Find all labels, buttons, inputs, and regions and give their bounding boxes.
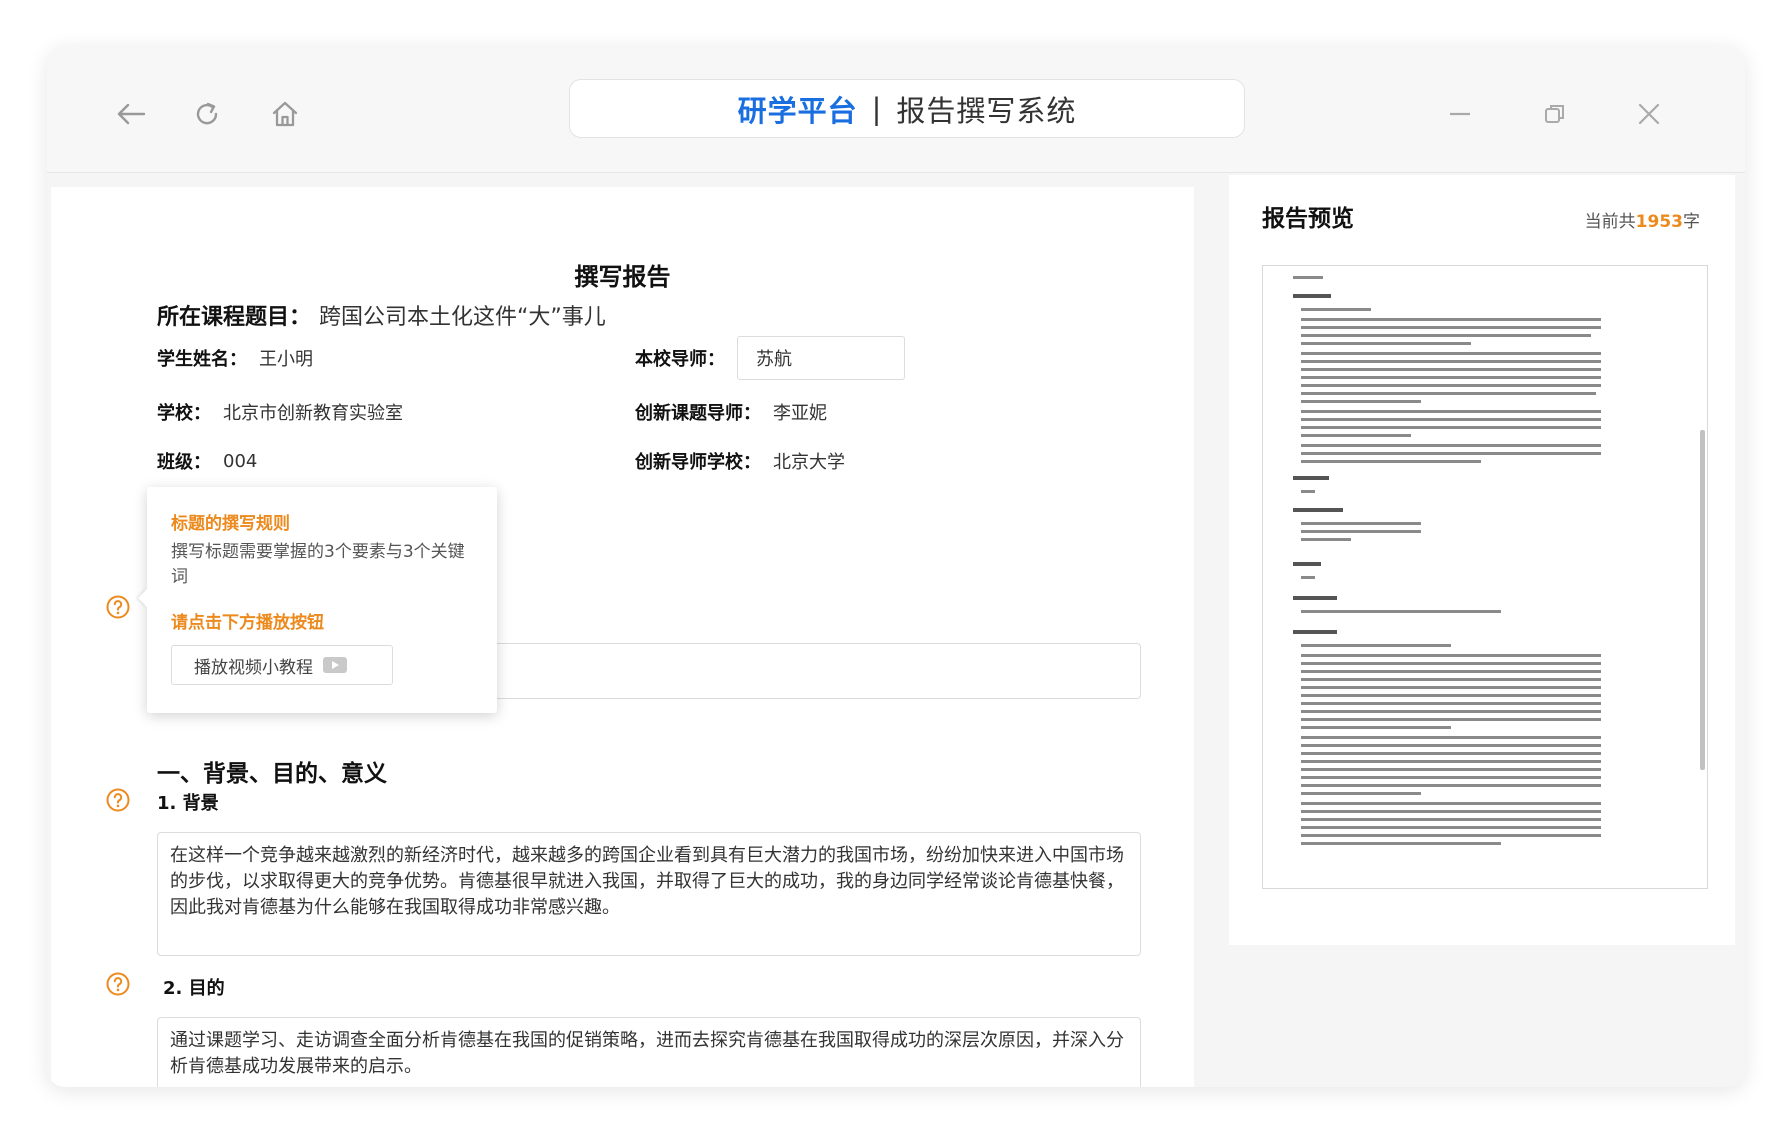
class-field: 班级： 004 — [157, 446, 257, 476]
back-arrow-icon[interactable] — [111, 94, 151, 134]
innovation-school-label: 创新导师学校： — [635, 452, 761, 473]
teacher-input[interactable]: 苏航 — [737, 336, 905, 380]
restore-icon[interactable] — [1537, 96, 1573, 132]
course-label: 所在课程题目： — [157, 305, 312, 330]
brand-name: 研学平台 — [737, 93, 858, 128]
student-name-field: 学生姓名： 王小明 — [157, 343, 313, 373]
preview-document[interactable] — [1262, 265, 1708, 889]
student-label: 学生姓名： — [157, 349, 247, 370]
play-tutorial-label: 播放视频小教程 — [194, 657, 313, 678]
refresh-icon[interactable] — [187, 94, 227, 134]
help-circle-icon[interactable] — [105, 971, 131, 997]
word-count-suffix: 字 — [1683, 212, 1700, 232]
innovation-teacher-value: 李亚妮 — [773, 403, 827, 424]
play-tutorial-button[interactable]: 播放视频小教程 — [171, 645, 393, 685]
innovation-teacher-field: 创新课题导师： 李亚妮 — [635, 397, 827, 427]
word-count-prefix: 当前共 — [1584, 212, 1636, 232]
class-label: 班级： — [157, 452, 211, 473]
school-value: 北京市创新教育实验室 — [223, 403, 403, 424]
preview-title: 报告预览 — [1262, 206, 1354, 232]
section-heading: 一、背景、目的、意义 — [157, 761, 387, 787]
titlebar: 研学平台 | 报告撰写系统 — [47, 46, 1745, 173]
purpose-heading: 2. 目的 — [163, 978, 225, 999]
class-value: 004 — [223, 450, 258, 472]
help-circle-icon[interactable] — [105, 594, 131, 620]
background-textarea[interactable]: 在这样一个竞争越来越激烈的新经济时代，越来越多的跨国企业看到具有巨大潜力的我国市… — [157, 832, 1141, 956]
school-teacher-field: 本校导师： 苏航 — [635, 336, 905, 380]
close-icon[interactable] — [1631, 96, 1667, 132]
student-value: 王小明 — [259, 349, 313, 370]
report-form-panel: 撰写报告 所在课程题目： 跨国公司本土化这件“大”事儿 学生姓名： 王小明 本校导… — [51, 187, 1194, 1087]
report-preview-panel: 报告预览 当前共1953字 — [1229, 175, 1735, 945]
preview-scrollbar[interactable] — [1700, 270, 1705, 884]
title-rules-popover: 标题的撰写规则 撰写标题需要掌握的3个要素与3个关键词 请点击下方播放按钮 播放… — [147, 487, 497, 713]
title-bar-label: 研学平台 | 报告撰写系统 — [569, 79, 1245, 138]
popover-text: 撰写标题需要掌握的3个要素与3个关键词 — [171, 542, 465, 587]
teacher-label: 本校导师： — [635, 349, 725, 370]
background-heading: 1. 背景 — [157, 793, 219, 814]
help-circle-icon[interactable] — [105, 787, 131, 813]
video-play-icon — [323, 657, 347, 673]
course-value: 跨国公司本土化这件“大”事儿 — [319, 305, 606, 330]
innovation-teacher-label: 创新课题导师： — [635, 403, 761, 424]
home-icon[interactable] — [265, 94, 305, 134]
popover-instruction: 请点击下方播放按钮 — [171, 613, 324, 633]
word-count-value: 1953 — [1635, 212, 1683, 232]
school-field: 学校： 北京市创新教育实验室 — [157, 397, 403, 427]
scrollbar-thumb[interactable] — [1700, 430, 1705, 770]
purpose-textarea[interactable]: 通过课题学习、走访调查全面分析肯德基在我国的促销策略，进而去探究肯德基在我国取得… — [157, 1017, 1141, 1087]
title-separator: | — [871, 91, 883, 126]
preview-thumbnail-text — [1293, 276, 1601, 845]
innovation-school-value: 北京大学 — [773, 452, 845, 473]
popover-heading: 标题的撰写规则 — [171, 514, 290, 534]
minimize-icon[interactable] — [1442, 96, 1478, 132]
app-window: 研学平台 | 报告撰写系统 撰写报告 所在课程题目： 跨国公司本土化这件“大”事儿… — [47, 46, 1745, 1087]
page-title: 撰写报告 — [574, 263, 671, 291]
system-name: 报告撰写系统 — [896, 93, 1077, 128]
school-label: 学校： — [157, 403, 211, 424]
word-count: 当前共1953字 — [1585, 207, 1700, 232]
course-topic: 所在课程题目： 跨国公司本土化这件“大”事儿 — [157, 299, 606, 331]
innovation-school-field: 创新导师学校： 北京大学 — [635, 446, 845, 476]
